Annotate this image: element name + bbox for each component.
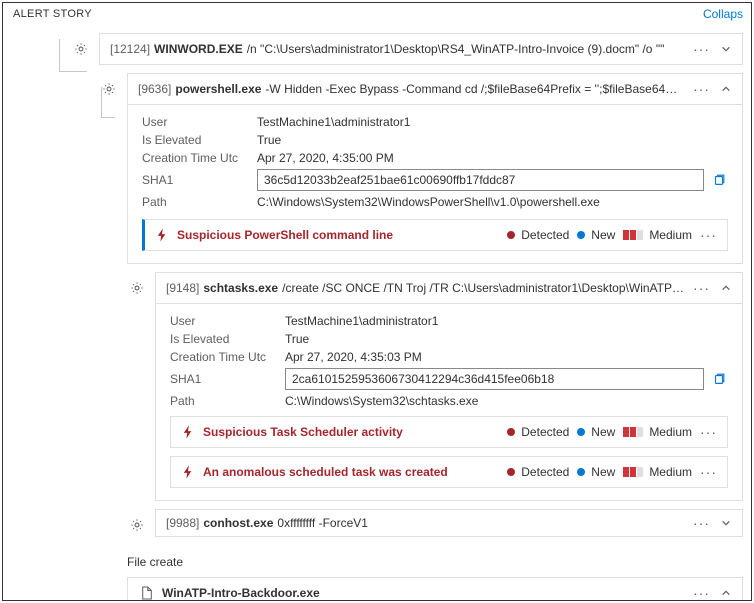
label-path: Path <box>170 394 285 408</box>
label-elevated: Is Elevated <box>142 133 257 147</box>
status-new: New <box>577 425 615 439</box>
sha1-field[interactable]: 36c5d12033b2eaf251bae61c00690ffb17fddc87 <box>257 169 704 191</box>
more-icon[interactable]: ··· <box>693 586 710 600</box>
more-icon[interactable]: ··· <box>693 516 710 530</box>
label-user: User <box>170 314 285 328</box>
process-pid: [9988] <box>166 516 199 530</box>
more-icon[interactable]: ··· <box>693 42 710 56</box>
more-icon[interactable]: ··· <box>700 425 717 439</box>
label-sha1: SHA1 <box>170 372 285 386</box>
process-details: User TestMachine1\administrator1 Is Elev… <box>155 304 743 501</box>
sha1-field[interactable]: 2ca6101525953606730412294c36d415fee06b18 <box>285 368 704 390</box>
status-detected: Detected <box>507 425 569 439</box>
label-elevated: Is Elevated <box>170 332 285 346</box>
gear-icon <box>71 39 97 59</box>
chevron-up-icon[interactable] <box>720 587 732 599</box>
status-severity: Medium <box>623 425 692 439</box>
chevron-up-icon[interactable] <box>720 282 732 294</box>
process-args: /create /SC ONCE /TN Troj /TR C:\Users\a… <box>282 281 685 295</box>
alert-title: Suspicious PowerShell command line <box>177 228 499 242</box>
collapse-all-link[interactable]: Collaps <box>703 7 743 21</box>
process-pid: [9636] <box>138 82 171 96</box>
value-elevated: True <box>257 133 728 147</box>
label-ctime: Creation Time Utc <box>170 350 285 364</box>
process-pid: [12124] <box>110 42 150 56</box>
chevron-down-icon[interactable] <box>720 517 732 529</box>
lightning-icon <box>181 465 195 479</box>
label-user: User <box>142 115 257 129</box>
more-icon[interactable]: ··· <box>693 82 710 96</box>
status-detected: Detected <box>507 465 569 479</box>
file-create-heading: File create <box>127 555 743 569</box>
process-name: schtasks.exe <box>203 281 278 295</box>
value-user: TestMachine1\administrator1 <box>285 314 728 328</box>
lightning-icon <box>155 228 169 242</box>
value-elevated: True <box>285 332 728 346</box>
process-details: User TestMachine1\administrator1 Is Elev… <box>127 105 743 264</box>
label-ctime: Creation Time Utc <box>142 151 257 165</box>
gear-icon <box>127 515 153 535</box>
process-args: -W Hidden -Exec Bypass -Command cd /;$fi… <box>265 82 685 96</box>
file-icon <box>138 584 156 601</box>
value-path: C:\Windows\System32\schtasks.exe <box>285 394 728 408</box>
chevron-up-icon[interactable] <box>720 83 732 95</box>
process-args: 0xffffffff -ForceV1 <box>277 516 685 530</box>
section-title: ALERT STORY <box>13 8 92 20</box>
gear-icon <box>99 79 125 99</box>
process-args: /n "C:\Users\administrator1\Desktop\RS4_… <box>247 42 685 56</box>
file-name: WinATP-Intro-Backdoor.exe <box>162 586 681 600</box>
alert-title: An anomalous scheduled task was created <box>203 465 499 479</box>
value-path: C:\Windows\System32\WindowsPowerShell\v1… <box>257 195 728 209</box>
process-name: conhost.exe <box>203 516 273 530</box>
copy-icon[interactable] <box>712 371 728 387</box>
alert-title: Suspicious Task Scheduler activity <box>203 425 499 439</box>
copy-icon[interactable] <box>712 172 728 188</box>
process-name: powershell.exe <box>175 82 261 96</box>
value-ctime: Apr 27, 2020, 4:35:03 PM <box>285 350 728 364</box>
lightning-icon <box>181 425 195 439</box>
status-new: New <box>577 465 615 479</box>
process-name: WINWORD.EXE <box>154 42 243 56</box>
status-detected: Detected <box>507 228 569 242</box>
status-severity: Medium <box>623 228 692 242</box>
label-path: Path <box>142 195 257 209</box>
value-ctime: Apr 27, 2020, 4:35:00 PM <box>257 151 728 165</box>
label-sha1: SHA1 <box>142 173 257 187</box>
alert-row[interactable]: Suspicious Task Scheduler activity Detec… <box>170 416 728 448</box>
status-severity: Medium <box>623 465 692 479</box>
value-user: TestMachine1\administrator1 <box>257 115 728 129</box>
more-icon[interactable]: ··· <box>700 228 717 242</box>
process-pid: [9148] <box>166 281 199 295</box>
more-icon[interactable]: ··· <box>700 465 717 479</box>
chevron-down-icon[interactable] <box>720 43 732 55</box>
alert-row[interactable]: An anomalous scheduled task was created … <box>170 456 728 488</box>
gear-icon <box>127 278 153 298</box>
status-new: New <box>577 228 615 242</box>
alert-row[interactable]: Suspicious PowerShell command line Detec… <box>142 219 728 251</box>
more-icon[interactable]: ··· <box>693 281 710 295</box>
